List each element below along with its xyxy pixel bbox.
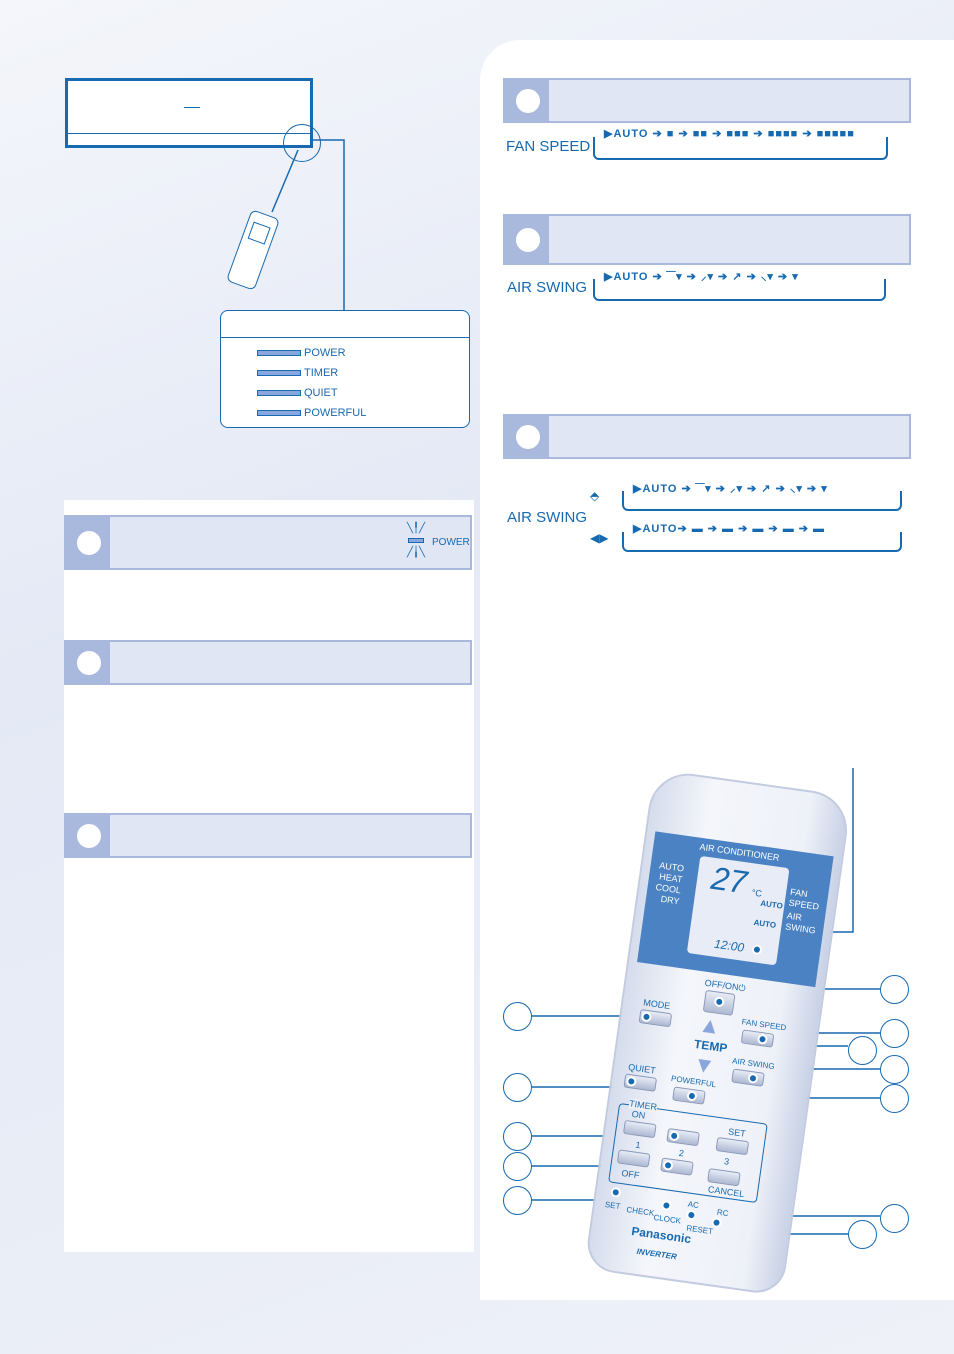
vertical-swing-icon: ⬘ [590,489,600,503]
callout-circle [503,1002,532,1031]
fan-speed-sequence: ▶AUTO ➔ ■ ➔ ■■ ➔ ■■■ ➔ ■■■■ ➔ ■■■■■ [593,127,888,160]
mode-list: AUTO HEAT COOL DRY [654,860,685,907]
rc-reset-button[interactable] [710,1216,723,1229]
section-header-2 [64,640,472,685]
temp-up-button[interactable]: ▲ [697,1011,722,1040]
lcd-screen: 27 °C AUTO AUTO 12:00 [686,855,790,966]
section-header-1: ╲╿╱ ╱╽╲ POWER [64,515,472,570]
fan-speed-label: FAN SPEED [506,138,591,155]
callout-circle [503,1073,532,1102]
callout-circle [848,1220,877,1249]
indicator-timer: TIMER [257,367,338,379]
callout-circle [880,1084,909,1113]
horizontal-swing-sequence: ▶AUTO➔ ▬ ➔ ▬ ➔ ▬ ➔ ▬ ➔ ▬ [622,522,902,552]
callout-circle [503,1186,532,1215]
air-swing-sequence: ▶AUTO ➔ ‾‾▾ ➔ ⸝▾ ➔ ↗ ➔ ⸜▾ ➔ ▾ [593,269,886,301]
air-swing-2-label: AIR SWING [507,509,588,526]
vertical-swing-sequence: ▶AUTO ➔ ‾‾▾ ➔ ⸝▾ ➔ ↗ ➔ ⸜▾ ➔ ▾ [622,481,902,511]
indicator-power: POWER [257,347,346,359]
callout-circle [880,1019,909,1048]
callout-circle [880,975,909,1004]
callout-circle [848,1036,877,1065]
power-lamp-icon: ╲╿╱ ╱╽╲ [406,523,426,558]
step-number-circle [74,820,104,851]
temp-down-button[interactable]: ▼ [692,1051,717,1080]
indicator-quiet: QUIET [257,387,338,399]
clock-button[interactable] [660,1199,673,1212]
callout-circle [880,1055,909,1084]
step-number-circle [74,527,104,558]
indicator-powerful: POWERFUL [257,407,366,419]
section-header-air-swing [503,214,911,265]
inverter-logo: INVERTER [636,1246,678,1262]
indicator-panel: POWER TIMER QUIET POWERFUL [220,310,470,428]
set-button[interactable] [610,1186,622,1198]
horizontal-swing-icon: ◀▶ [590,531,609,545]
callout-circle [503,1122,532,1151]
step-number-circle [74,647,104,678]
section-header-air-swing-2 [503,414,911,459]
step-number-circle [513,421,543,452]
section-header-fan-speed [503,78,911,123]
callout-circle [503,1152,532,1181]
air-swing-label: AIR SWING [507,279,588,296]
panasonic-logo: Panasonic [630,1223,692,1247]
lcd-band: AIR CONDITIONER AUTO HEAT COOL DRY 27 °C AU… [637,831,834,988]
step-number-circle [513,224,543,255]
ac-reset-button[interactable] [685,1209,697,1221]
step-number-circle [513,85,543,116]
callout-circle [880,1204,909,1233]
section-header-3 [64,813,472,858]
